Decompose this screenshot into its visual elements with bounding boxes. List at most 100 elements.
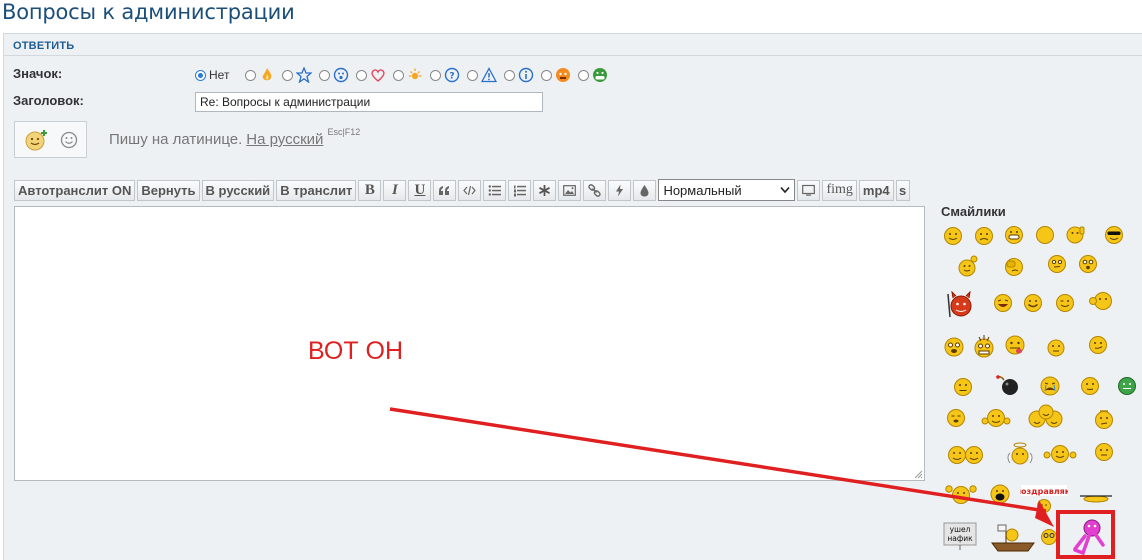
blank-face-icon[interactable] — [1035, 225, 1055, 245]
icon-option-none[interactable]: Нет — [195, 68, 238, 82]
radio-star[interactable] — [282, 69, 294, 81]
sleepy-icon[interactable] — [946, 408, 966, 428]
thumbs-up-icon[interactable] — [1066, 224, 1086, 244]
bold-button[interactable]: B — [358, 179, 382, 201]
crazy-icon[interactable] — [971, 332, 997, 360]
group-laugh-icon[interactable] — [1026, 403, 1066, 431]
emoji-picker-icon[interactable] — [60, 131, 78, 149]
wave-icon[interactable] — [955, 254, 979, 278]
code-button[interactable] — [458, 179, 482, 201]
icon-option-angry[interactable] — [541, 67, 571, 83]
devil-icon[interactable] — [944, 291, 976, 319]
icon-option-question[interactable]: ? — [430, 67, 460, 83]
hello-icon[interactable] — [1043, 441, 1077, 467]
bullet-list-button[interactable] — [483, 179, 507, 201]
bomb-icon[interactable] — [995, 373, 1021, 397]
link-button[interactable] — [583, 179, 607, 201]
hmm-icon[interactable] — [1046, 337, 1066, 357]
message-textarea[interactable] — [14, 206, 925, 481]
green-face-icon[interactable] — [1117, 376, 1137, 396]
flash-button[interactable] — [608, 179, 632, 201]
to-translit-button[interactable]: В транслит — [276, 179, 357, 201]
applause-icon[interactable] — [981, 405, 1011, 431]
tongue-icon[interactable] — [1003, 332, 1027, 358]
icon-option-heart[interactable] — [356, 67, 386, 83]
mp4-button[interactable]: mp4 — [858, 179, 894, 201]
confused-icon[interactable] — [1047, 254, 1067, 274]
revert-button[interactable]: Вернуть — [137, 179, 200, 201]
icon-option-info[interactable] — [504, 67, 534, 83]
cool-icon[interactable] — [1104, 225, 1124, 245]
radio-none[interactable] — [195, 69, 206, 81]
icon-option-surprised[interactable] — [319, 67, 349, 83]
monitor-icon — [802, 184, 816, 196]
video-button[interactable] — [797, 179, 821, 201]
translit-status-text: Пишу на латинице. — [109, 131, 243, 148]
nervous-icon[interactable] — [1093, 407, 1115, 431]
subject-input[interactable] — [195, 92, 543, 112]
facepalm-icon[interactable] — [1003, 255, 1025, 277]
numbered-list-button[interactable] — [508, 179, 532, 201]
resize-handle-icon[interactable] — [913, 469, 923, 479]
spoiler-button[interactable] — [533, 179, 557, 201]
font-size-select[interactable]: Нормальный — [658, 179, 796, 201]
pirate-ship-icon[interactable] — [990, 523, 1036, 553]
congrats-badge-icon[interactable]: поздравляю — [1020, 484, 1068, 514]
congrats-badge-text: поздравляю — [1020, 487, 1068, 496]
autotranslit-button[interactable]: Автотранслит ON — [14, 179, 136, 201]
left-sign-icon[interactable]: ушел нафик — [943, 522, 977, 550]
radio-fire[interactable] — [245, 69, 257, 81]
color-button[interactable] — [633, 179, 657, 201]
quote-button[interactable] — [433, 179, 457, 201]
radio-surprised[interactable] — [319, 69, 331, 81]
yell-icon[interactable] — [989, 483, 1011, 505]
radio-grin[interactable] — [578, 69, 590, 81]
neutral-icon[interactable] — [1094, 442, 1114, 462]
smirk-icon[interactable] — [1088, 335, 1108, 355]
smile-icon[interactable] — [943, 226, 963, 246]
shocked-icon[interactable] — [1078, 254, 1098, 274]
icon-option-warning[interactable] — [467, 67, 498, 83]
radio-info[interactable] — [504, 69, 516, 81]
worried-icon[interactable] — [953, 377, 973, 397]
radio-question[interactable] — [430, 69, 442, 81]
laugh-icon[interactable] — [993, 293, 1013, 313]
radio-sun[interactable] — [393, 69, 405, 81]
fimg-button[interactable]: fimg — [822, 179, 857, 201]
grin-face-icon[interactable] — [1023, 293, 1043, 313]
angel-icon[interactable] — [1005, 441, 1033, 467]
italic-button[interactable]: I — [383, 179, 407, 201]
kiss-icon[interactable] — [1087, 290, 1115, 312]
subject-label: Заголовок: — [13, 93, 84, 108]
scared-icon[interactable] — [943, 336, 965, 358]
add-smiley-icon[interactable] — [24, 129, 48, 151]
cry-icon[interactable] — [1039, 375, 1061, 397]
to-russian-link[interactable]: На русский — [246, 131, 323, 148]
big-grin-icon[interactable] — [1004, 225, 1024, 245]
icon-option-sun[interactable] — [393, 67, 423, 83]
underline-button[interactable]: U — [408, 179, 432, 201]
glasses-icon[interactable] — [1040, 528, 1058, 546]
icon-option-star[interactable] — [282, 67, 313, 83]
sad-icon[interactable] — [974, 226, 994, 246]
wink-icon[interactable] — [1055, 293, 1075, 313]
image-button[interactable] — [558, 179, 582, 201]
pink-dancer-icon[interactable] — [1063, 516, 1110, 556]
clap-icon[interactable] — [944, 481, 978, 507]
radio-angry[interactable] — [541, 69, 553, 81]
icon-option-grin[interactable] — [578, 67, 608, 83]
info-icon — [519, 67, 534, 83]
to-russian-button[interactable]: В русский — [201, 179, 275, 201]
icon-option-fire[interactable] — [245, 67, 275, 83]
strike-button[interactable]: s — [895, 179, 910, 201]
smilies-title: Смайлики — [941, 204, 1006, 219]
radio-heart[interactable] — [356, 69, 368, 81]
fire-icon — [263, 68, 272, 81]
hug-icon[interactable] — [944, 441, 988, 467]
blush-icon[interactable] — [1080, 376, 1100, 396]
radio-warning[interactable] — [467, 69, 479, 81]
icon-option-none-label: Нет — [209, 68, 230, 82]
lying-icon[interactable] — [1078, 491, 1114, 505]
numbered-list-icon — [514, 185, 527, 196]
code-icon — [463, 185, 477, 195]
